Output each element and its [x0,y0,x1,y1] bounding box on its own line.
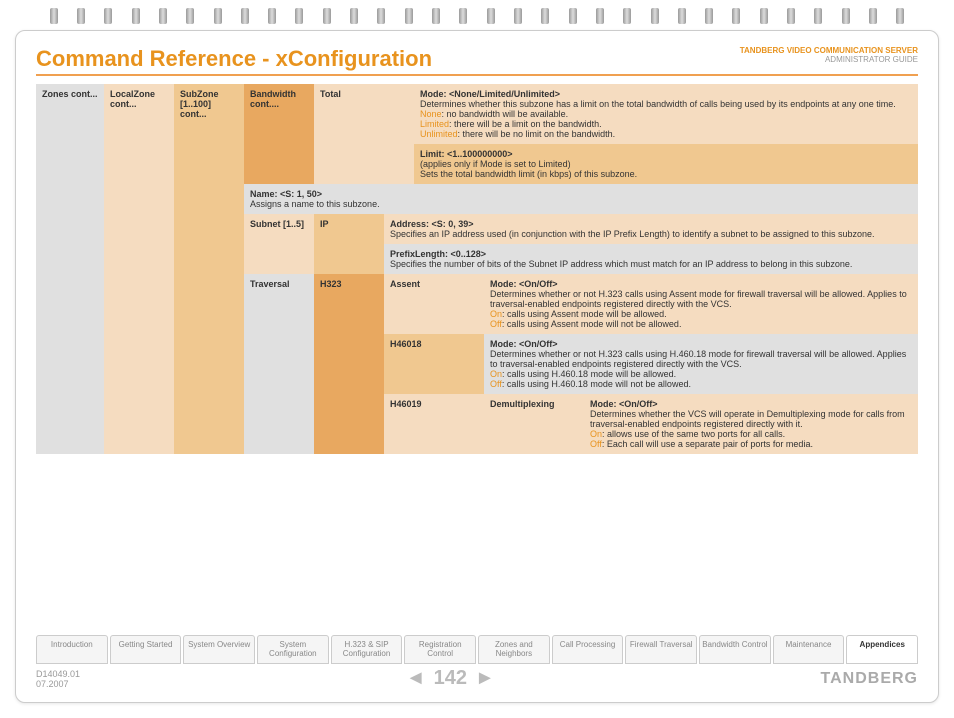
param-h323: H323 [314,274,384,454]
config-table: Zones cont... LocalZone cont... SubZone … [36,84,918,454]
param-h46019: H46019 [384,394,484,454]
header: Command Reference - xConfiguration TANDB… [36,46,918,76]
pager: ◄ 142 ► [406,667,495,690]
param-demux: Demultiplexing [484,394,584,454]
spiral-binding [0,8,954,24]
tab-maintenance[interactable]: Maintenance [773,635,845,664]
footer: D14049.01 07.2007 ◄ 142 ► TANDBERG [36,667,918,690]
col-localzone: LocalZone cont... [104,84,174,454]
col-rest: Bandwidth cont.... Total Mode: <None/Lim… [244,84,918,454]
param-ip: IP [314,214,384,274]
tab-registration-control[interactable]: Registration Control [404,635,476,664]
page-title: Command Reference - xConfiguration [36,46,432,72]
col-zones: Zones cont... [36,84,104,454]
tab-getting-started[interactable]: Getting Started [110,635,182,664]
total-limit: Limit: <1..100000000> (applies only if M… [414,144,918,184]
brand-logo: TANDBERG [821,670,918,688]
tab-h-sip-configuration[interactable]: H.323 & SIP Configuration [331,635,403,664]
tab-appendices[interactable]: Appendices [846,635,918,664]
tab-bandwidth-control[interactable]: Bandwidth Control [699,635,771,664]
param-name: Name: <S: 1, 50> Assigns a name to this … [244,184,918,214]
subnet-address: Address: <S: 0, 39> Specifies an IP addr… [384,214,918,244]
param-traversal: Traversal [244,274,314,454]
page-card: Command Reference - xConfiguration TANDB… [15,30,939,703]
tab-zones-and-neighbors[interactable]: Zones and Neighbors [478,635,550,664]
doc-info: D14049.01 07.2007 [36,669,80,689]
param-assent: Assent [384,274,484,334]
assent-desc: Mode: <On/Off> Determines whether or not… [484,274,918,334]
h46018-desc: Mode: <On/Off> Determines whether or not… [484,334,918,394]
page-number: 142 [434,667,467,690]
h46019-desc: Mode: <On/Off> Determines whether the VC… [584,394,918,454]
col-subzone: SubZone [1..100] cont... [174,84,244,454]
next-arrow-icon[interactable]: ► [475,667,495,690]
tab-firewall-traversal[interactable]: Firewall Traversal [625,635,697,664]
param-subnet: Subnet [1..5] [244,214,314,274]
param-total: Total [314,84,414,184]
prev-arrow-icon[interactable]: ◄ [406,667,426,690]
subnet-prefix: PrefixLength: <0..128> Specifies the num… [384,244,918,274]
param-h46018: H46018 [384,334,484,394]
nav-tabs: IntroductionGetting StartedSystem Overvi… [36,635,918,664]
tab-system-overview[interactable]: System Overview [183,635,255,664]
total-mode: Mode: <None/Limited/Unlimited> Determine… [414,84,918,144]
tab-introduction[interactable]: Introduction [36,635,108,664]
col-bandwidth: Bandwidth cont.... [244,84,314,184]
header-right: TANDBERG VIDEO COMMUNICATION SERVER ADMI… [740,46,918,64]
tab-call-processing[interactable]: Call Processing [552,635,624,664]
tab-system-configuration[interactable]: System Configuration [257,635,329,664]
